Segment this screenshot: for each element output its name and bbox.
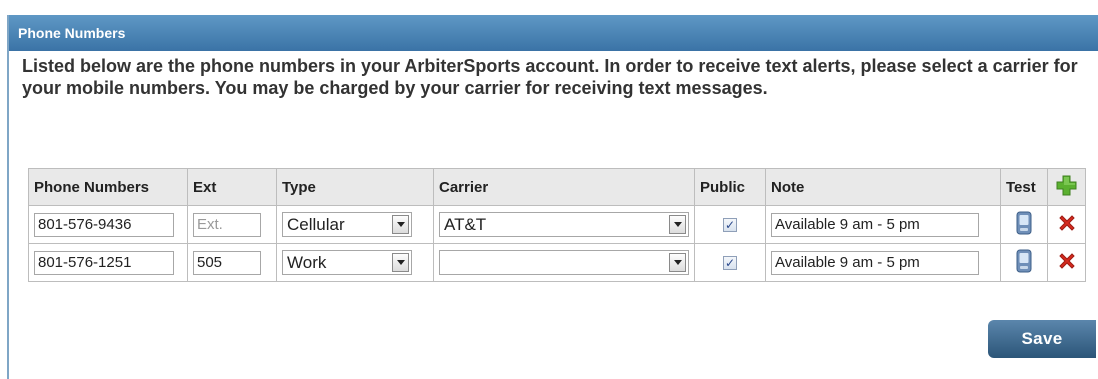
type-select[interactable]: Cellular	[282, 212, 412, 237]
ext-input[interactable]: Ext.	[193, 212, 261, 237]
cell-phone: 801-576-9436	[28, 205, 188, 244]
cell-note: Available 9 am - 5 pm	[765, 205, 1001, 244]
cell-phone: 801-576-1251	[28, 243, 188, 282]
delete-row-button[interactable]	[1057, 213, 1077, 237]
chevron-down-icon	[392, 215, 409, 234]
add-row-button[interactable]	[1056, 175, 1077, 200]
plus-icon	[1056, 175, 1077, 195]
header-test: Test	[1000, 168, 1048, 206]
header-note: Note	[765, 168, 1001, 206]
phone-number-input[interactable]: 801-576-9436	[34, 212, 174, 237]
phone-number-input[interactable]: 801-576-1251	[34, 250, 174, 275]
header-type: Type	[276, 168, 434, 206]
cell-carrier	[433, 243, 695, 282]
note-input[interactable]: Available 9 am - 5 pm	[771, 212, 979, 237]
public-checkbox[interactable]: ✓	[723, 218, 737, 232]
header-carrier: Carrier	[433, 168, 695, 206]
type-select-value: Cellular	[287, 214, 345, 234]
test-phone-button[interactable]	[1016, 249, 1032, 277]
chevron-down-icon	[669, 215, 686, 234]
cell-type: Cellular	[276, 205, 434, 244]
cell-ext: 505	[187, 243, 277, 282]
public-checkbox[interactable]: ✓	[723, 256, 737, 270]
delete-x-icon	[1058, 214, 1075, 231]
header-phone-numbers: Phone Numbers	[28, 168, 188, 206]
carrier-select[interactable]	[439, 250, 689, 275]
carrier-select[interactable]: AT&T	[439, 212, 689, 237]
cell-note: Available 9 am - 5 pm	[765, 243, 1001, 282]
header-add	[1047, 168, 1086, 206]
type-select-value: Work	[287, 252, 327, 272]
note-input[interactable]: Available 9 am - 5 pm	[771, 250, 979, 275]
cell-type: Work	[276, 243, 434, 282]
cell-delete	[1047, 243, 1086, 282]
cell-public: ✓	[694, 205, 766, 244]
cell-ext: Ext.	[187, 205, 277, 244]
cell-test	[1000, 243, 1048, 282]
header-public: Public	[694, 168, 766, 206]
cell-delete	[1047, 205, 1086, 244]
phone-numbers-table: Phone Numbers Ext Type Carrier Public No…	[28, 168, 1086, 282]
test-phone-button[interactable]	[1016, 211, 1032, 239]
cell-test	[1000, 205, 1048, 244]
chevron-down-icon	[392, 253, 409, 272]
table-row: 801-576-1251 505 Work ✓ Available 9 am -…	[28, 243, 1086, 282]
table-header-row: Phone Numbers Ext Type Carrier Public No…	[28, 168, 1086, 206]
ext-input[interactable]: 505	[193, 250, 261, 275]
cell-public: ✓	[694, 243, 766, 282]
save-button[interactable]: Save	[988, 320, 1096, 358]
phone-icon	[1016, 249, 1032, 272]
delete-row-button[interactable]	[1057, 251, 1077, 275]
type-select[interactable]: Work	[282, 250, 412, 275]
header-ext: Ext	[187, 168, 277, 206]
intro-text: Listed below are the phone numbers in yo…	[22, 56, 1078, 98]
table-row: 801-576-9436 Ext. Cellular AT&T ✓ Availa…	[28, 205, 1086, 244]
delete-x-icon	[1058, 252, 1075, 269]
carrier-select-value: AT&T	[444, 214, 487, 234]
phone-icon	[1016, 211, 1032, 234]
panel-title: Phone Numbers	[9, 15, 1098, 51]
cell-carrier: AT&T	[433, 205, 695, 244]
chevron-down-icon	[669, 253, 686, 272]
